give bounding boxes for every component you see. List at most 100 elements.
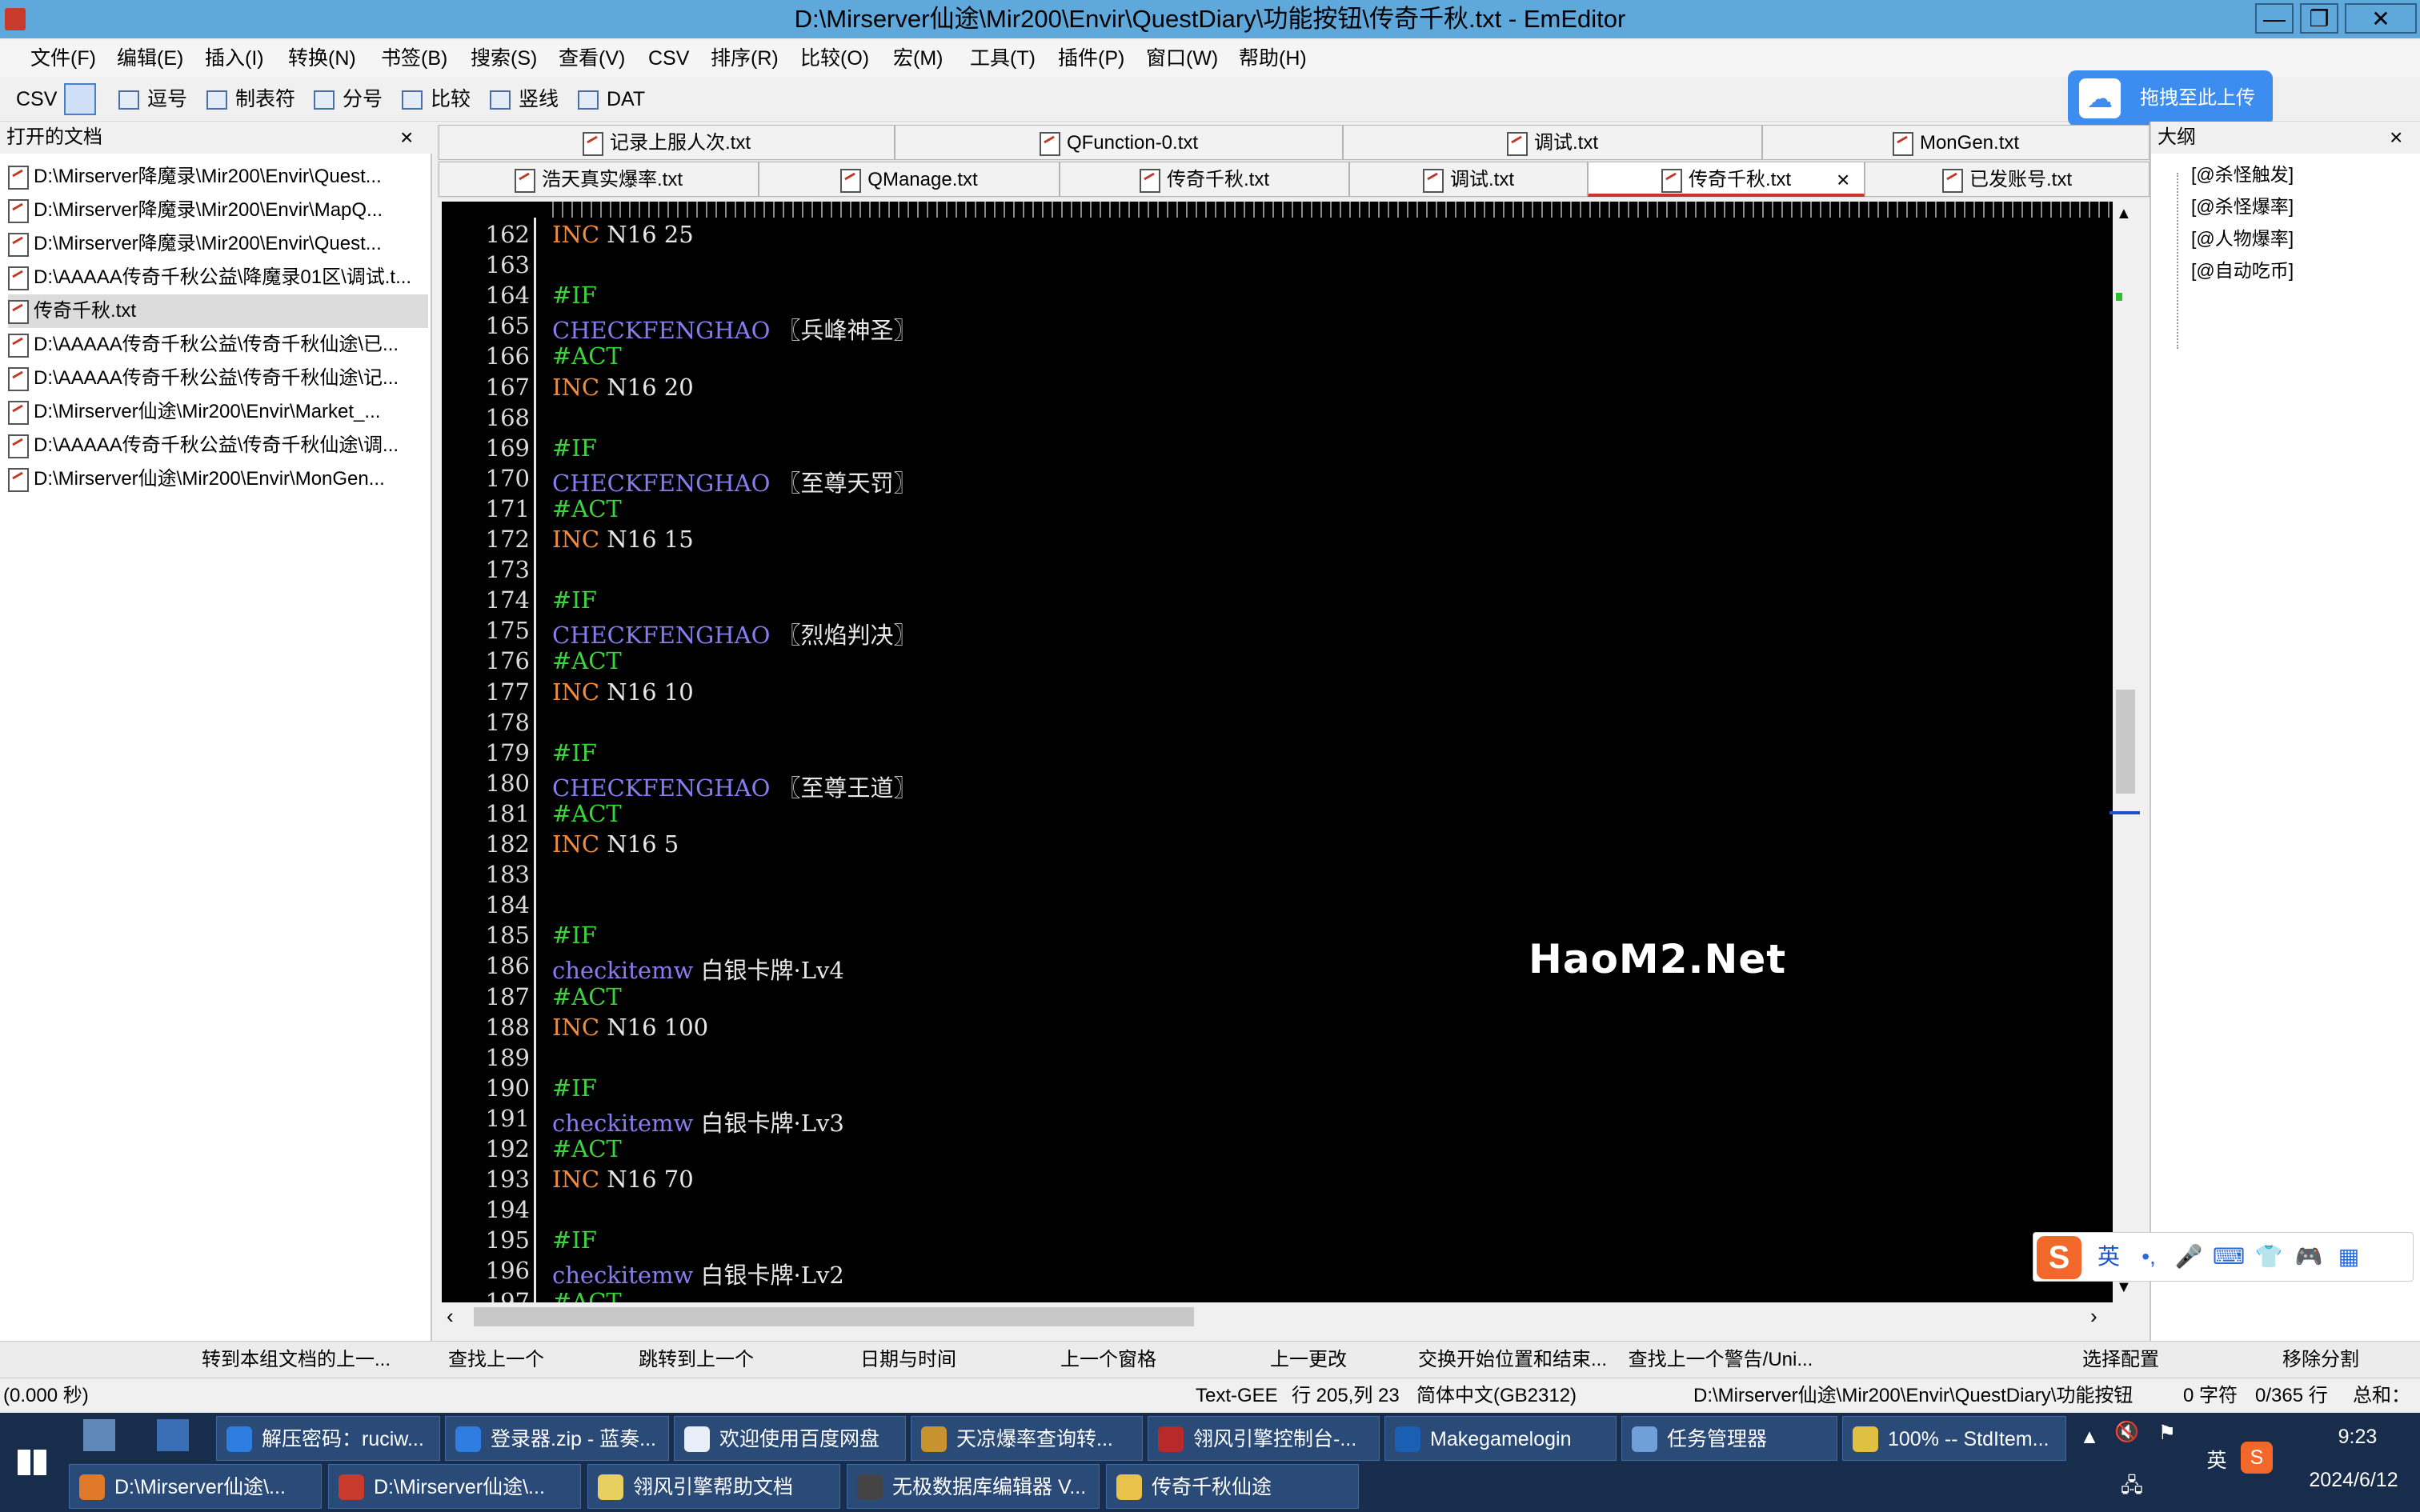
menu-bookmarks[interactable]: 书签(B) bbox=[381, 40, 447, 77]
fn-remove-split[interactable]: 移除分割 bbox=[2249, 1342, 2393, 1378]
drag-upload-button[interactable]: ☁ 拖拽至此上传 bbox=[2068, 70, 2273, 126]
taskbar-app[interactable]: 100% -- StdItem... bbox=[1842, 1416, 2066, 1461]
taskbar-app[interactable]: 无极数据库编辑器 V... bbox=[847, 1464, 1100, 1509]
close-button[interactable]: ✕ bbox=[2345, 3, 2417, 34]
open-doc-item[interactable]: D:\AAAAA传奇千秋公益\传奇千秋仙途\调... bbox=[8, 429, 428, 462]
outline-item[interactable]: [@人物爆率] bbox=[2191, 222, 2294, 254]
clock-time[interactable]: 9:23 bbox=[2302, 1426, 2414, 1449]
toolbox-icon[interactable]: ▦ bbox=[2333, 1241, 2365, 1273]
taskbar-app[interactable]: Makegamelogin bbox=[1384, 1416, 1617, 1461]
tab-qmanage[interactable]: QManage.txt bbox=[759, 162, 1060, 197]
csv-mode-button[interactable] bbox=[64, 83, 96, 115]
toolbar-comma[interactable]: 逗号 bbox=[118, 77, 187, 122]
fn-prev-doc-in-group[interactable]: 转到本组文档的上一... bbox=[152, 1342, 440, 1378]
code-editor[interactable]: 162 163 164 165 166 167 168 169 170 171 172 173 174 1… bbox=[442, 202, 2119, 1331]
vertical-scrollbar[interactable]: ▲ ▼ bbox=[2113, 202, 2138, 1331]
outline-item[interactable]: [@自动吃币] bbox=[2191, 254, 2294, 286]
flag-icon[interactable]: ⚑ bbox=[2153, 1421, 2182, 1445]
menu-sort[interactable]: 排序(R) bbox=[711, 40, 779, 77]
taskbar-app[interactable]: 翎风引擎控制台-... bbox=[1148, 1416, 1380, 1461]
fn-swap-positions[interactable]: 交换开始位置和结束... bbox=[1400, 1342, 1625, 1378]
restore-button[interactable]: ❐ bbox=[2300, 3, 2338, 34]
tab-debug-2[interactable]: 调试.txt bbox=[1349, 162, 1588, 197]
menu-file[interactable]: 文件(F) bbox=[30, 40, 96, 77]
outline-item[interactable]: [@杀怪爆率] bbox=[2191, 190, 2294, 222]
toolbar-pipe[interactable]: 竖线 bbox=[490, 77, 559, 122]
open-doc-item[interactable]: D:\Mirserver降魔录\Mir200\Envir\MapQ... bbox=[8, 194, 428, 227]
close-outline-button[interactable]: × bbox=[2390, 122, 2402, 154]
toolbar-compare[interactable]: 比较 bbox=[402, 77, 471, 122]
scroll-right-icon[interactable]: › bbox=[2090, 1304, 2097, 1329]
volume-icon[interactable]: 🔇 bbox=[2113, 1421, 2142, 1444]
status-position[interactable]: 行 205,列 23 bbox=[1292, 1378, 1400, 1414]
status-syntax[interactable]: Text-GEE bbox=[1196, 1378, 1278, 1414]
taskbar-app[interactable]: 欢迎使用百度网盘 bbox=[674, 1416, 906, 1461]
scroll-up-icon[interactable]: ▲ bbox=[2116, 205, 2132, 223]
toolbar-semicolon[interactable]: 分号 bbox=[314, 77, 383, 122]
open-doc-item[interactable]: D:\Mirserver仙途\Mir200\Envir\Market_... bbox=[8, 395, 428, 429]
skin-icon[interactable]: 👕 bbox=[2253, 1241, 2285, 1273]
taskbar-app[interactable]: 任务管理器 bbox=[1621, 1416, 1837, 1461]
menu-compare[interactable]: 比较(O) bbox=[800, 40, 869, 77]
fn-find-previous-warning[interactable]: 查找上一个警告/Uni... bbox=[1609, 1342, 1833, 1378]
menu-csv[interactable]: CSV bbox=[648, 40, 689, 77]
network-icon[interactable]: 🖧 bbox=[2118, 1470, 2146, 1505]
punctuation-icon[interactable]: •, bbox=[2133, 1241, 2165, 1273]
open-doc-item[interactable]: D:\AAAAA传奇千秋公益\传奇千秋仙途\记... bbox=[8, 362, 428, 395]
status-encoding[interactable]: 简体中文(GB2312) bbox=[1416, 1378, 1577, 1414]
tray-expand-icon[interactable]: ▲ bbox=[2079, 1426, 2100, 1449]
taskbar-app[interactable]: D:\Mirserver仙途\... bbox=[328, 1464, 581, 1509]
server-manager-icon[interactable] bbox=[83, 1419, 115, 1451]
tab-qfunction[interactable]: QFunction-0.txt bbox=[895, 125, 1343, 160]
start-button[interactable] bbox=[0, 1413, 64, 1512]
game-icon[interactable]: 🎮 bbox=[2293, 1241, 2325, 1273]
fn-select-config[interactable]: 选择配置 bbox=[2049, 1342, 2193, 1378]
fn-previous-pane[interactable]: 上一个窗格 bbox=[1024, 1342, 1192, 1378]
horizontal-scrollbar[interactable]: ‹ › bbox=[442, 1302, 2114, 1331]
open-doc-item[interactable]: D:\Mirserver仙途\Mir200\Envir\MonGen... bbox=[8, 462, 428, 496]
powershell-icon[interactable] bbox=[157, 1419, 189, 1451]
open-doc-item[interactable]: D:\AAAAA传奇千秋公益\传奇千秋仙途\已... bbox=[8, 328, 428, 362]
toolbar-tab[interactable]: 制表符 bbox=[206, 77, 295, 122]
tab-chuanqi-1[interactable]: 传奇千秋.txt bbox=[1060, 162, 1349, 197]
tab-mongen[interactable]: MonGen.txt bbox=[1762, 125, 2150, 160]
tab-chuanqi-active[interactable]: 传奇千秋.txt × bbox=[1588, 162, 1865, 197]
fn-previous-change[interactable]: 上一更改 bbox=[1232, 1342, 1384, 1378]
taskbar-app[interactable]: 传奇千秋仙途 bbox=[1106, 1464, 1359, 1509]
menu-insert[interactable]: 插入(I) bbox=[205, 40, 264, 77]
microphone-icon[interactable]: 🎤 bbox=[2173, 1241, 2205, 1273]
menu-edit[interactable]: 编辑(E) bbox=[117, 40, 183, 77]
menu-search[interactable]: 搜索(S) bbox=[471, 40, 537, 77]
tab-debug[interactable]: 调试.txt bbox=[1343, 125, 1762, 160]
ime-language-toggle[interactable]: 英 bbox=[2093, 1241, 2125, 1273]
taskbar-app[interactable]: D:\Mirserver仙途\... bbox=[69, 1464, 322, 1509]
scroll-left-icon[interactable]: ‹ bbox=[447, 1304, 454, 1329]
minimize-button[interactable]: — bbox=[2255, 3, 2294, 34]
fn-date-time[interactable]: 日期与时间 bbox=[816, 1342, 1000, 1378]
keyboard-icon[interactable]: ⌨ bbox=[2213, 1241, 2245, 1273]
open-doc-item[interactable]: D:\Mirserver降魔录\Mir200\Envir\Quest... bbox=[8, 160, 428, 194]
open-doc-item[interactable]: D:\AAAAA传奇千秋公益\降魔录01区\调试.t... bbox=[8, 261, 428, 294]
taskbar-app[interactable]: 天凉爆率查询转... bbox=[911, 1416, 1143, 1461]
menu-convert[interactable]: 转换(N) bbox=[288, 40, 356, 77]
tray-ime-language[interactable]: 英 bbox=[2201, 1445, 2233, 1474]
menu-macros[interactable]: 宏(M) bbox=[893, 40, 943, 77]
menu-plugins[interactable]: 插件(P) bbox=[1058, 40, 1124, 77]
taskbar-app[interactable]: 解压密码：ruciw... bbox=[216, 1416, 440, 1461]
sogou-logo[interactable]: S bbox=[2037, 1236, 2081, 1279]
outline-item[interactable]: [@杀怪触发] bbox=[2191, 158, 2294, 190]
fn-jump-previous[interactable]: 跳转到上一个 bbox=[608, 1342, 784, 1378]
tab-login-count[interactable]: 记录上服人次.txt bbox=[439, 125, 895, 160]
menu-tools[interactable]: 工具(T) bbox=[970, 40, 1036, 77]
open-doc-item[interactable]: D:\Mirserver降魔录\Mir200\Envir\Quest... bbox=[8, 227, 428, 261]
taskbar-app[interactable]: 登录器.zip - 蓝奏... bbox=[445, 1416, 669, 1461]
tab-accounts[interactable]: 已发账号.txt bbox=[1865, 162, 2150, 197]
fn-find-previous[interactable]: 查找上一个 bbox=[432, 1342, 560, 1378]
scrollbar-thumb[interactable] bbox=[2116, 690, 2135, 794]
tab-drop-rate[interactable]: 浩天真实爆率.txt bbox=[439, 162, 759, 197]
menu-view[interactable]: 查看(V) bbox=[559, 40, 625, 77]
scrollbar-thumb[interactable] bbox=[474, 1307, 1194, 1326]
taskbar-app[interactable]: 翎风引擎帮助文档 bbox=[587, 1464, 840, 1509]
menu-help[interactable]: 帮助(H) bbox=[1239, 40, 1307, 77]
sogou-tray-icon[interactable]: S bbox=[2241, 1442, 2273, 1474]
